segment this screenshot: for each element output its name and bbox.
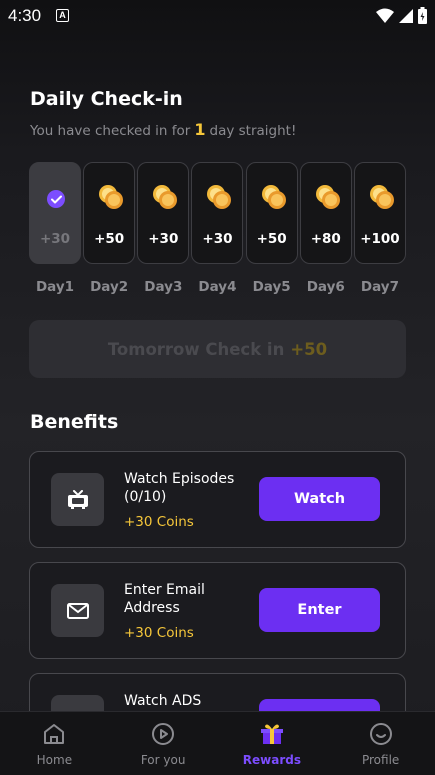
- watch-button[interactable]: Watch: [259, 477, 380, 521]
- gift-icon: [259, 721, 285, 747]
- battery-icon: [418, 7, 427, 24]
- benefit-title: Enter Email Address: [124, 582, 205, 616]
- coin-icon: [315, 185, 340, 209]
- benefit-title: Watch ADS: [124, 693, 202, 709]
- benefit-title: Watch Episodes (0/10): [124, 471, 235, 505]
- bottom-nav: Home For you Rewards Profile: [0, 711, 435, 775]
- nav-label: Profile: [361, 753, 400, 767]
- day-card-6: +80: [299, 162, 352, 264]
- mail-icon: [51, 584, 104, 637]
- day-card-1: +30: [29, 162, 81, 264]
- streak-count: 1: [194, 120, 206, 139]
- nav-item-rewards[interactable]: Rewards: [218, 712, 327, 775]
- tomorrow-checkin-button[interactable]: Tomorrow Check in +50: [29, 320, 406, 378]
- coin-icon: [207, 185, 232, 209]
- day-amount: +30: [202, 231, 233, 247]
- day-label: Day5: [252, 279, 291, 295]
- day-card-7: +100: [353, 162, 406, 264]
- day-card-4: +30: [191, 162, 244, 264]
- day-label: Day2: [90, 279, 129, 295]
- coin-icon: [153, 185, 178, 209]
- day-label: Day7: [360, 279, 399, 295]
- home-icon: [41, 721, 67, 747]
- benefit-reward: +30 Coins: [124, 625, 194, 641]
- checkin-subtitle-prefix: You have checked in for: [30, 123, 191, 139]
- day-card-3: +30: [137, 162, 190, 264]
- status-icons: [376, 7, 427, 24]
- tomorrow-label: Tomorrow Check in: [107, 339, 285, 359]
- coin-icon: [261, 185, 286, 209]
- checkin-title: Daily Check-in: [30, 88, 183, 110]
- nav-label: Rewards: [242, 753, 301, 767]
- day-labels: Day1 Day2 Day3 Day4 Day5 Day6 Day7: [29, 279, 406, 295]
- nav-item-profile[interactable]: Profile: [326, 712, 435, 775]
- benefit-reward: +30 Coins: [124, 514, 194, 530]
- status-time: 4:30: [8, 6, 42, 25]
- checkin-subtitle: You have checked in for 1 day straight!: [30, 120, 296, 139]
- day-amount: +80: [310, 231, 341, 247]
- nav-label: Home: [36, 753, 73, 767]
- benefits-title: Benefits: [30, 411, 119, 433]
- checkin-days: +30 +50 +30 +30 +50 +80 +100: [29, 162, 406, 264]
- benefit-card-enter-email: Enter Email Address +30 Coins Enter: [29, 562, 406, 659]
- play-icon: [150, 721, 176, 747]
- day-card-2: +50: [83, 162, 136, 264]
- day-amount: +50: [94, 231, 125, 247]
- status-bar: 4:30 A: [0, 0, 435, 32]
- coin-icon: [99, 185, 124, 209]
- day-amount: +50: [256, 231, 287, 247]
- day-label: Day3: [144, 279, 183, 295]
- benefit-card-watch-episodes: Watch Episodes (0/10) +30 Coins Watch: [29, 451, 406, 548]
- notification-icon: A: [56, 9, 69, 22]
- day-label: Day6: [306, 279, 345, 295]
- tv-icon: [51, 473, 104, 526]
- day-label: Day4: [198, 279, 237, 295]
- signal-icon: [399, 8, 413, 23]
- tomorrow-bonus: +50: [290, 339, 328, 359]
- wifi-icon: [376, 8, 394, 23]
- nav-item-home[interactable]: Home: [0, 712, 109, 775]
- checkin-subtitle-suffix: day straight!: [209, 123, 297, 139]
- enter-button[interactable]: Enter: [259, 588, 380, 632]
- day-amount: +100: [360, 231, 400, 247]
- day-amount: +30: [39, 231, 71, 247]
- day-label: Day1: [35, 279, 75, 295]
- nav-label: For you: [140, 753, 186, 767]
- smile-icon: [368, 721, 394, 747]
- coin-icon: [369, 185, 394, 209]
- nav-item-for-you[interactable]: For you: [109, 712, 218, 775]
- day-card-5: +50: [245, 162, 298, 264]
- check-icon: [47, 190, 65, 208]
- day-amount: +30: [148, 231, 179, 247]
